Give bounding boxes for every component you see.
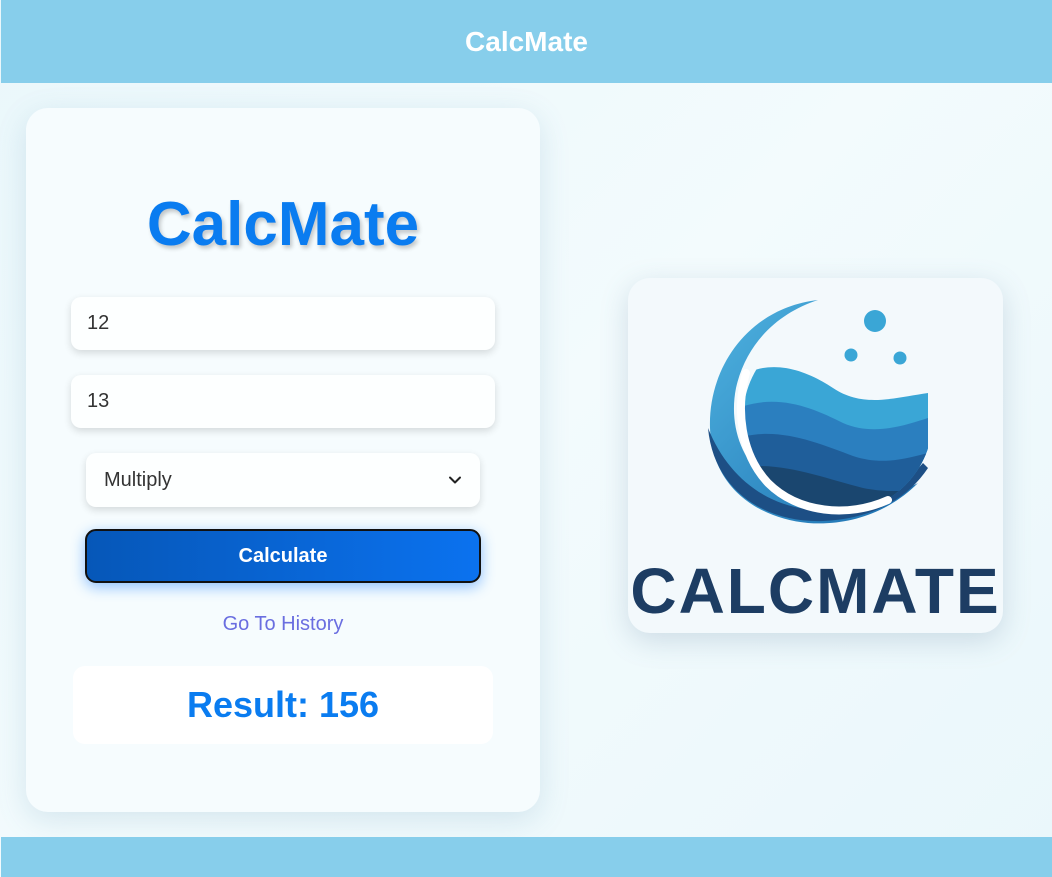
go-to-history-link[interactable]: Go To History	[26, 613, 540, 636]
top-header-bar: CalcMate	[1, 0, 1052, 83]
result-text: Result: 156	[186, 684, 380, 725]
calculator-title: CalcMate	[146, 190, 420, 259]
bottom-footer-bar	[1, 837, 1052, 877]
calculator-card: CalcMate Multiply Calculate Go To Histor…	[26, 108, 540, 812]
header-title: CalcMate	[465, 25, 588, 57]
logo-wordmark: CALCMATE	[630, 555, 1001, 627]
result-box: Result: 156	[73, 666, 493, 744]
operation-select-value: Multiply	[104, 468, 172, 491]
first-number-input[interactable]	[71, 297, 495, 350]
operation-select[interactable]: Multiply	[86, 453, 480, 507]
logo-card: CALCMATE	[628, 278, 1003, 633]
second-number-input[interactable]	[71, 375, 495, 428]
chevron-down-icon	[449, 476, 461, 484]
calculate-button[interactable]: Calculate	[85, 529, 481, 583]
